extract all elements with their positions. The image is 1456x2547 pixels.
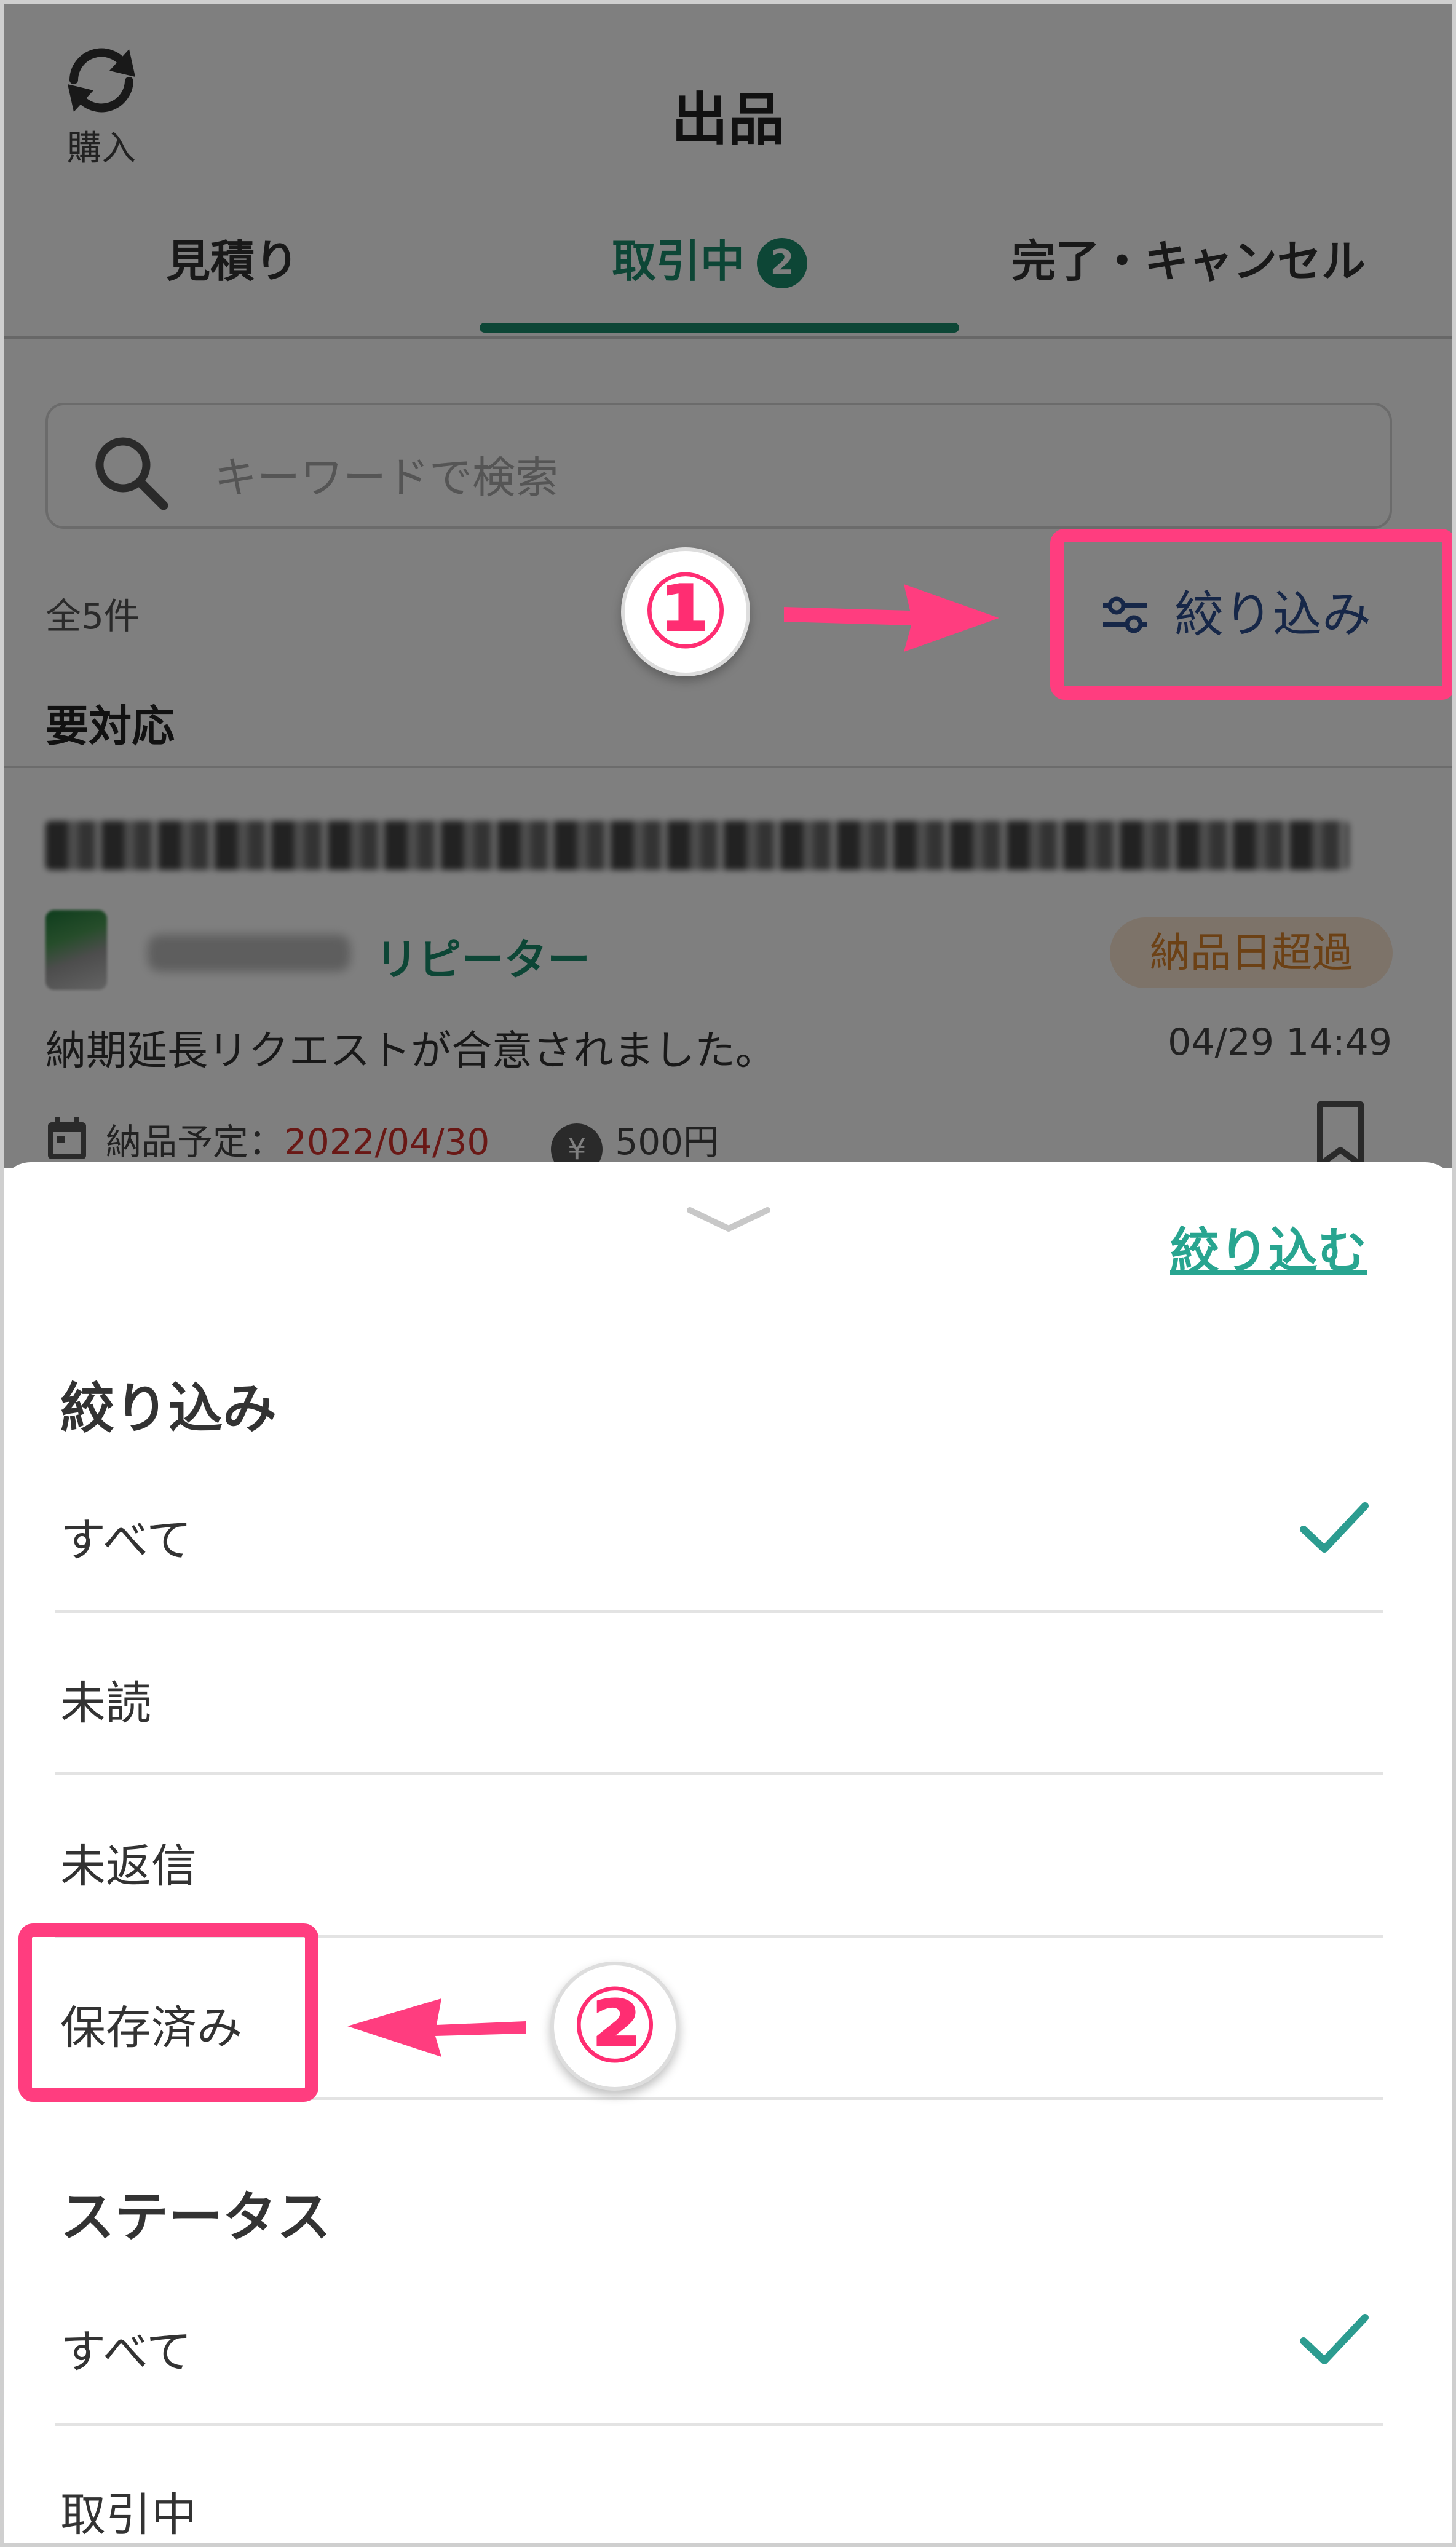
step-2-marker: ② [550,1962,679,2091]
check-icon [1300,2314,1369,2364]
check-icon [1300,1502,1369,1553]
option-divider [55,2423,1383,2426]
chevron-down-icon[interactable] [682,1202,775,1238]
step-1-marker: ① [621,547,750,676]
highlight-saved-option [18,1923,318,2102]
status-option-all[interactable]: すべて [60,2315,192,2381]
option-divider [55,1610,1383,1613]
arrow-to-filter-icon [784,584,999,652]
status-heading: ステータス [60,2185,331,2249]
filter-heading: 絞り込み [60,1377,277,1440]
arrow-to-saved-option [347,1998,526,2057]
filter-option-unreplied[interactable]: 未返信 [60,1829,197,1895]
filter-bottom-sheet: 絞り込む 絞り込み すべて 未読 未返信 保存済み ステータス すべて 取引中 [0,1162,1456,2547]
apply-filter-link[interactable]: 絞り込む [1170,1211,1367,1283]
option-divider [55,1772,1383,1775]
filter-option-all[interactable]: すべて [60,1503,192,1569]
status-option-in-progress[interactable]: 取引中 [60,2478,197,2544]
highlight-filter-button [1050,529,1456,700]
filter-option-unread[interactable]: 未読 [60,1666,151,1732]
